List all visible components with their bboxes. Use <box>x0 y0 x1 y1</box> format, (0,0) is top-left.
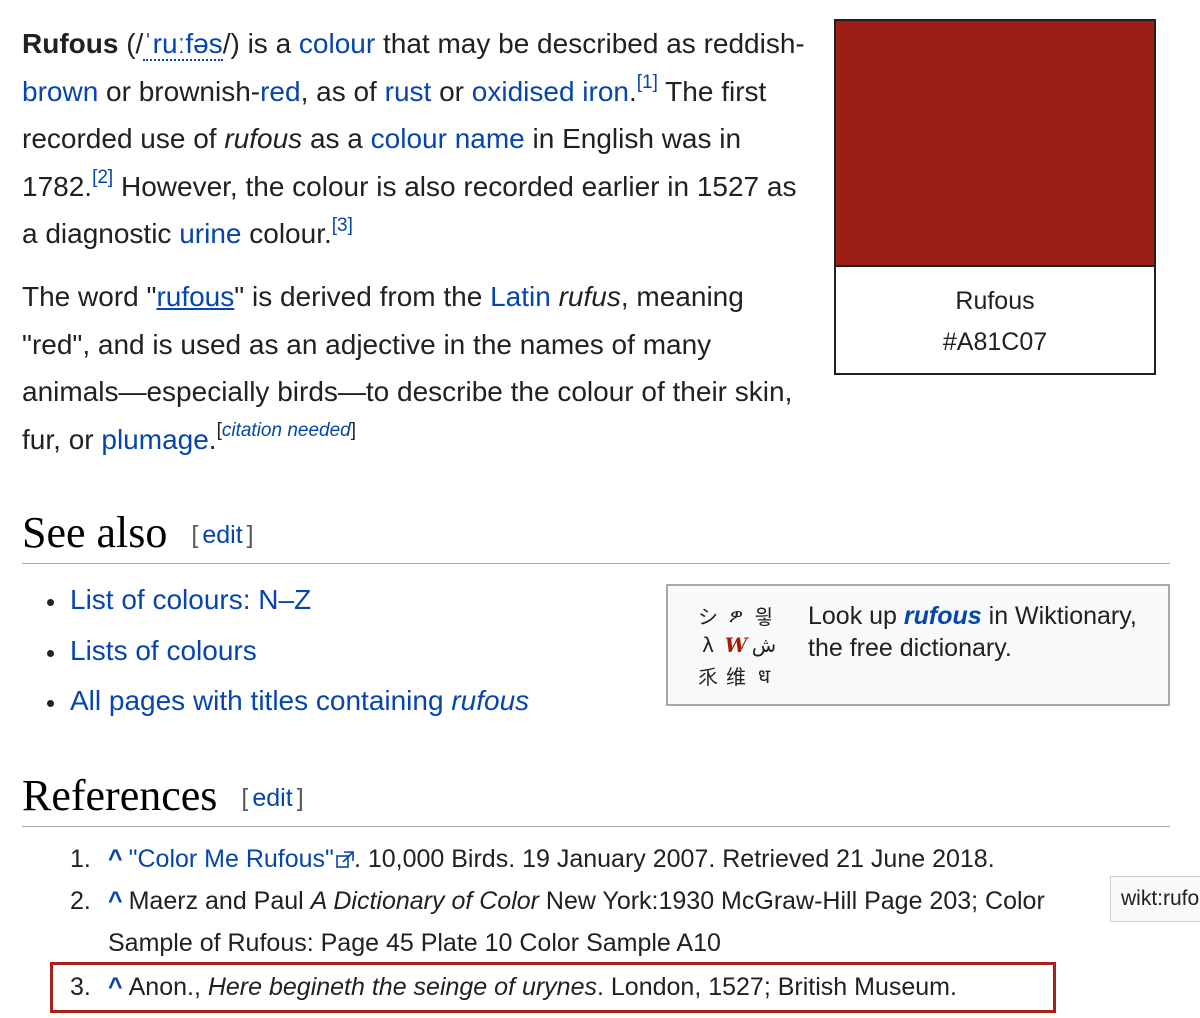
colour-swatch <box>836 21 1154 267</box>
link-plumage[interactable]: plumage <box>101 424 208 455</box>
link-rust[interactable]: rust <box>385 76 432 107</box>
reference-number: 2. <box>70 887 91 915</box>
link-tooltip: wikt:rufous <box>1110 876 1200 922</box>
swatch-caption: Rufous #A81C07 <box>836 267 1154 363</box>
link-urine[interactable]: urine <box>179 218 241 249</box>
reference-item: 2. ^ Maerz and Paul A Dictionary of Color… <box>70 880 1200 964</box>
lead-paragraph-2: The word "rufous" is derived from the La… <box>22 281 793 455</box>
link-red[interactable]: red <box>260 76 300 107</box>
term-rufous: Rufous <box>22 28 119 59</box>
link-colour-name[interactable]: colour name <box>371 123 525 154</box>
link-pages-containing-rufous[interactable]: All pages with titles containing rufous <box>70 685 529 716</box>
edit-section-see-also: [edit] <box>191 521 254 549</box>
colour-infobox: Rufous #A81C07 <box>834 19 1156 375</box>
link-list-of-colours-n-z[interactable]: List of colours: N–Z <box>70 584 311 615</box>
wiktionary-logo-icon: シ ዎ 읳 λ W ش 乑 维 ध <box>698 603 777 689</box>
swatch-hex: #A81C07 <box>942 328 1048 356</box>
reference-highlight-box <box>50 962 1056 1013</box>
list-item: Lists of colours <box>44 629 529 680</box>
citation-needed: [citation needed] <box>216 420 357 442</box>
edit-references-link[interactable]: edit <box>248 784 296 812</box>
see-also-list: List of colours: N–Z Lists of colours Al… <box>44 578 529 730</box>
citation-1[interactable]: [1] <box>637 72 658 93</box>
wiktionary-term-link[interactable]: rufous <box>904 602 982 630</box>
edit-see-also-link[interactable]: edit <box>198 521 246 549</box>
edit-section-references: [edit] <box>241 784 304 812</box>
wiktionary-text: Look up rufous in Wiktionary, the free d… <box>808 602 1137 662</box>
link-oxidised-iron[interactable]: oxidised iron <box>472 76 629 107</box>
link-brown[interactable]: brown <box>22 76 98 107</box>
lead-paragraph-1: Rufous (/ˈruːfəs/) is a colour that may … <box>22 28 805 249</box>
citation-3[interactable]: [3] <box>332 215 353 236</box>
ipa-pronunciation-link[interactable]: ˈruːfəs <box>143 28 223 61</box>
references-heading: References[edit] <box>22 766 1170 827</box>
link-latin[interactable]: Latin <box>490 281 551 312</box>
citation-2[interactable]: [2] <box>92 167 113 188</box>
external-link-icon <box>336 851 354 868</box>
see-also-heading: See also[edit] <box>22 503 1170 564</box>
reference-number: 1. <box>70 845 91 873</box>
link-wiktionary-rufous[interactable]: rufous <box>156 281 234 312</box>
link-lists-of-colours[interactable]: Lists of colours <box>70 635 257 666</box>
swatch-name: Rufous <box>955 287 1035 315</box>
backlink-caret[interactable]: ^ <box>108 887 123 915</box>
backlink-caret[interactable]: ^ <box>108 845 123 873</box>
link-colour[interactable]: colour <box>299 28 375 59</box>
list-item: List of colours: N–Z <box>44 578 529 629</box>
citation-needed-link[interactable]: citation needed <box>222 420 351 441</box>
reference-external-link[interactable]: "Color Me Rufous" <box>129 845 334 873</box>
list-item: All pages with titles containing rufous <box>44 679 529 730</box>
reference-item: 1. ^ "Color Me Rufous". 10,000 Birds. 19 … <box>70 838 1200 880</box>
wiktionary-box: シ ዎ 읳 λ W ش 乑 维 ध Look up rufous in Wikt… <box>666 584 1170 706</box>
